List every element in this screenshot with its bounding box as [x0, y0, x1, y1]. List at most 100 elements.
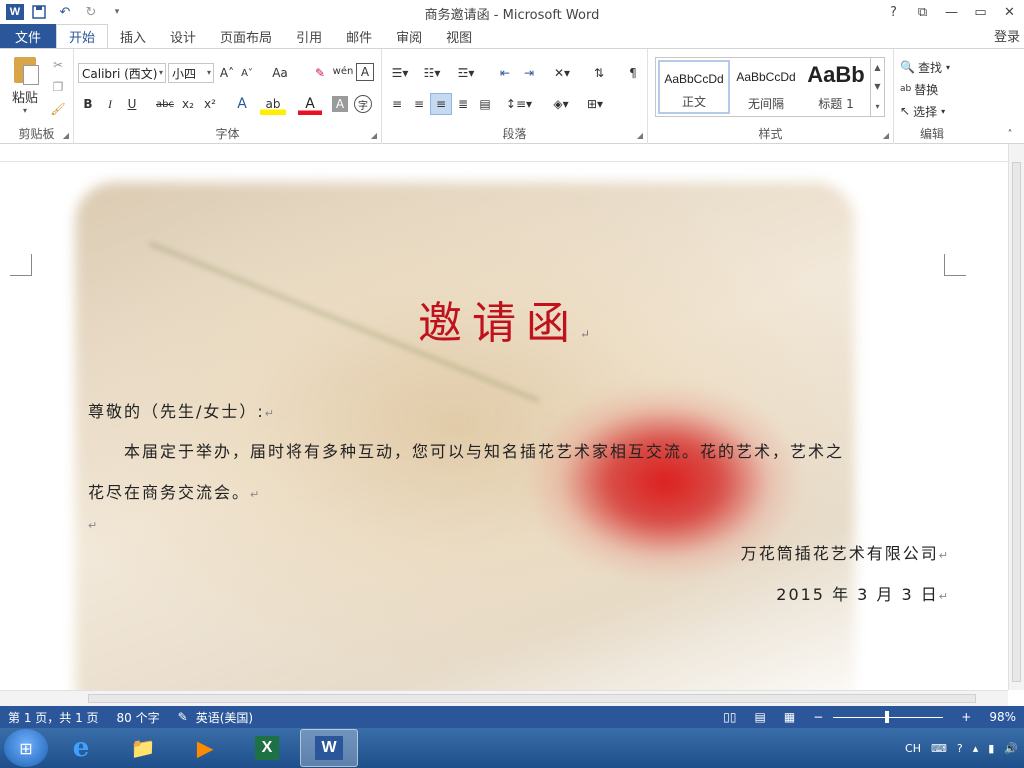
phonetic-guide-button[interactable]: wén	[332, 59, 354, 83]
zoom-out-button[interactable]: −	[813, 710, 823, 724]
style-heading-1[interactable]: AaBb 标题 1	[802, 60, 870, 114]
styles-launcher-icon[interactable]: ◢	[883, 131, 889, 140]
clipboard-launcher-icon[interactable]: ◢	[63, 131, 69, 140]
align-center-icon[interactable]: ≡	[408, 93, 430, 115]
font-color-button[interactable]: A	[298, 93, 322, 115]
increase-indent-icon[interactable]: ⇥	[518, 63, 540, 83]
vertical-scrollbar[interactable]	[1008, 144, 1024, 690]
find-button[interactable]: 🔍 查找 ▾	[900, 57, 966, 77]
tab-mailings[interactable]: 邮件	[334, 24, 384, 48]
format-painter-icon[interactable]: 🖌	[48, 99, 68, 119]
language[interactable]: 英语(美国)	[196, 709, 253, 726]
zoom-level[interactable]: 98%	[989, 710, 1016, 724]
align-right-icon[interactable]: ≡	[430, 93, 452, 115]
login-link[interactable]: 登录	[994, 26, 1020, 45]
print-layout-icon[interactable]: ▤	[755, 710, 766, 724]
paragraph-launcher-icon[interactable]: ◢	[637, 131, 643, 140]
clear-formatting-icon[interactable]: ✎	[310, 63, 330, 83]
shrink-font-button[interactable]: A˅	[238, 63, 256, 83]
paste-button[interactable]: 粘贴 ▾	[6, 55, 44, 115]
change-case-button[interactable]: Aa	[266, 63, 294, 83]
taskbar-explorer[interactable]: 📁	[114, 729, 172, 767]
justify-icon[interactable]: ≣	[452, 93, 474, 115]
decrease-indent-icon[interactable]: ⇤	[494, 63, 516, 83]
style-no-spacing[interactable]: AaBbCcDd 无间隔	[730, 60, 802, 114]
empty-paragraph[interactable]: ↵	[88, 514, 99, 536]
borders-icon[interactable]: ⊞▾	[580, 93, 610, 115]
grow-font-button[interactable]: A˄	[218, 63, 236, 83]
numbering-icon[interactable]: ☷▾	[418, 63, 446, 83]
horizontal-scroll-thumb[interactable]	[88, 694, 976, 703]
body-line-1[interactable]: 本届定于举办，届时将有多种互动，您可以与知名插花艺术家相互交流。花的艺术，艺术之	[124, 442, 844, 462]
character-border-button[interactable]: A	[356, 63, 374, 81]
tray-language[interactable]: CH	[905, 742, 921, 755]
maximize-button[interactable]: ▭	[966, 0, 995, 24]
word-app-icon[interactable]: W	[6, 4, 24, 20]
bold-button[interactable]: B	[78, 93, 98, 115]
subscript-button[interactable]: x₂	[178, 93, 198, 115]
zoom-slider-thumb[interactable]	[885, 710, 890, 723]
cut-icon[interactable]: ✂	[48, 55, 68, 75]
date-line[interactable]: 2015 年 3 月 3 日↵	[776, 585, 950, 607]
greeting-line[interactable]: 尊敬的（先生/女士）:↵	[88, 402, 276, 424]
line-spacing-icon[interactable]: ↕≡▾	[504, 93, 534, 115]
replace-button[interactable]: ab 替换	[900, 79, 966, 99]
font-launcher-icon[interactable]: ◢	[371, 131, 377, 140]
align-left-icon[interactable]: ≡	[386, 93, 408, 115]
tab-references[interactable]: 引用	[284, 24, 334, 48]
keyboard-icon[interactable]: ⌨	[931, 742, 947, 755]
distributed-icon[interactable]: ▤	[474, 93, 496, 115]
chinese-layout-icon[interactable]: ✕▾	[548, 63, 576, 83]
taskbar-excel[interactable]: X	[238, 729, 296, 767]
invitation-title[interactable]: 邀请函↵	[0, 287, 1008, 351]
tab-home[interactable]: 开始	[56, 24, 109, 49]
taskbar-word[interactable]: W	[300, 729, 358, 767]
zoom-slider[interactable]	[833, 710, 944, 723]
highlight-button[interactable]: ab	[260, 93, 286, 115]
show-hidden-icons[interactable]: ▴	[973, 742, 979, 755]
tab-page-layout[interactable]: 页面布局	[208, 24, 284, 48]
read-mode-icon[interactable]: ▯▯	[723, 710, 736, 724]
close-button[interactable]: ✕	[995, 0, 1024, 24]
taskbar-ie[interactable]: e	[52, 729, 110, 767]
superscript-button[interactable]: x²	[200, 93, 220, 115]
collapse-ribbon-icon[interactable]: ˄	[1002, 127, 1018, 141]
italic-button[interactable]: I	[100, 93, 120, 115]
body-line-2[interactable]: 花尽在商务交流会。↵	[88, 483, 261, 505]
zoom-in-button[interactable]: +	[961, 710, 971, 724]
multilevel-list-icon[interactable]: ☲▾	[452, 63, 480, 83]
tab-file[interactable]: 文件	[0, 24, 56, 48]
page-count[interactable]: 第 1 页，共 1 页	[8, 709, 99, 726]
show-marks-icon[interactable]: ¶	[622, 63, 644, 83]
proofing-icon[interactable]: ✎	[178, 710, 188, 724]
company-name[interactable]: 万花筒插花艺术有限公司↵	[741, 544, 950, 566]
sort-icon[interactable]: ⇅	[588, 63, 610, 83]
tab-design[interactable]: 设计	[158, 24, 208, 48]
tab-view[interactable]: 视图	[434, 24, 484, 48]
redo-icon[interactable]: ↻	[80, 2, 102, 22]
enclose-characters-button[interactable]: 字	[354, 95, 372, 113]
tab-insert[interactable]: 插入	[108, 24, 158, 48]
web-layout-icon[interactable]: ▦	[784, 710, 795, 724]
shading-icon[interactable]: ◈▾	[546, 93, 576, 115]
save-icon[interactable]	[28, 2, 50, 22]
styles-gallery-scroll[interactable]: ▲ ▼ ▾	[870, 58, 884, 116]
help-tray-icon[interactable]: ?	[957, 742, 963, 755]
taskbar-media-player[interactable]: ▶	[176, 729, 234, 767]
character-shading-button[interactable]: A	[332, 96, 348, 112]
select-button[interactable]: ↖ 选择 ▾	[900, 101, 966, 121]
network-icon[interactable]: ▮	[988, 742, 994, 755]
vertical-scroll-thumb[interactable]	[1012, 162, 1021, 682]
horizontal-scrollbar[interactable]	[0, 690, 1008, 706]
copy-icon[interactable]: ❐	[48, 77, 68, 97]
document-area[interactable]: 邀请函↵ 尊敬的（先生/女士）:↵ 本届定于举办，届时将有多种互动，您可以与知名…	[0, 162, 1008, 690]
help-button[interactable]: ?	[879, 0, 908, 24]
tab-review[interactable]: 审阅	[384, 24, 434, 48]
undo-icon[interactable]: ↶	[54, 2, 76, 22]
customize-qat-icon[interactable]: ▾	[106, 2, 128, 22]
style-normal[interactable]: AaBbCcDd 正文	[658, 60, 730, 114]
start-button[interactable]: ⊞	[4, 729, 48, 767]
font-size-combo[interactable]: 小四 ▾	[168, 63, 214, 83]
minimize-button[interactable]: —	[937, 0, 966, 24]
strikethrough-button[interactable]: abc	[154, 93, 176, 115]
